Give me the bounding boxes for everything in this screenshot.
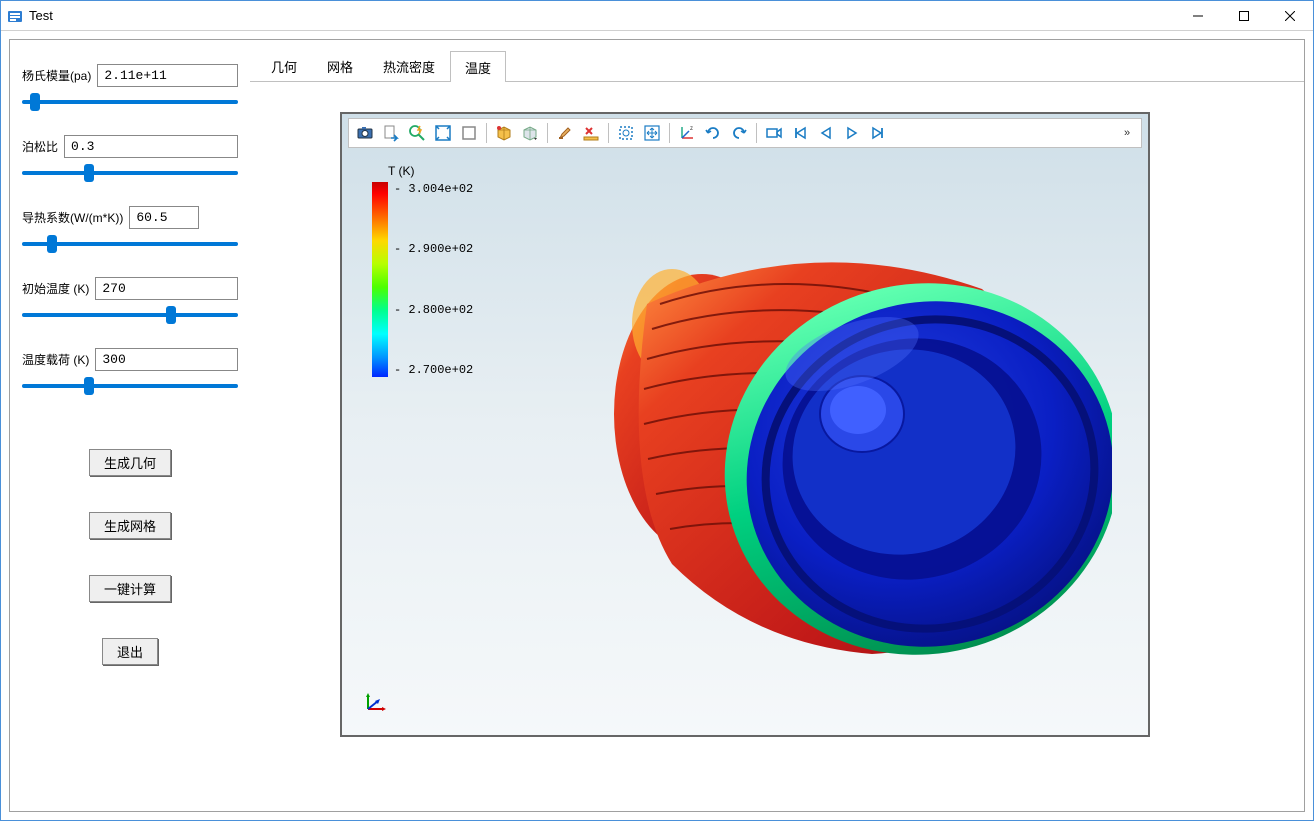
tab-bar: 几何 网格 热流密度 温度 (250, 50, 1304, 82)
color-legend: T (K) 3.004e+02 2.900e+02 2.800e+02 2.70… (372, 164, 473, 377)
cube-color-icon[interactable] (492, 121, 516, 145)
titlebar: Test (1, 1, 1313, 31)
generate-geometry-button[interactable]: 生成几何 (89, 449, 171, 476)
window-controls (1175, 1, 1313, 31)
generate-mesh-button[interactable]: 生成网格 (89, 512, 171, 539)
close-button[interactable] (1267, 1, 1313, 31)
rotate-cw-icon[interactable] (701, 121, 725, 145)
view-area: z » T (K) (250, 82, 1304, 811)
axis-triad-icon (360, 689, 388, 717)
rotate-ccw-icon[interactable] (727, 121, 751, 145)
play-icon[interactable] (840, 121, 864, 145)
toolbar-more-icon[interactable]: » (1117, 121, 1137, 145)
axes-icon[interactable]: z (675, 121, 699, 145)
thermal-cond-input[interactable] (129, 206, 199, 229)
content-frame: 杨氏模量(pa) 泊松比 导热系数(W/(m*K)) (9, 39, 1305, 812)
tab-mesh[interactable]: 网格 (312, 50, 368, 81)
fit-box-icon[interactable] (431, 121, 455, 145)
sidebar-panel: 杨氏模量(pa) 泊松比 导热系数(W/(m*K)) (10, 40, 250, 811)
exit-button[interactable]: 退出 (102, 638, 158, 665)
render-canvas[interactable]: z » T (K) (340, 112, 1150, 737)
canvas-toolbar: z » (348, 118, 1142, 148)
param-poisson-ratio: 泊松比 (22, 135, 238, 178)
youngs-modulus-slider[interactable] (22, 100, 238, 104)
app-icon (7, 8, 23, 24)
param-label: 温度载荷 (K) (22, 351, 89, 368)
export-icon[interactable] (379, 121, 403, 145)
initial-temp-slider[interactable] (22, 313, 238, 317)
video-icon[interactable] (762, 121, 786, 145)
one-click-calc-button[interactable]: 一键计算 (89, 575, 171, 602)
param-label: 杨氏模量(pa) (22, 67, 91, 84)
legend-tick: 3.004e+02 (394, 182, 473, 196)
x-ruler-icon[interactable] (579, 121, 603, 145)
thermal-cond-slider[interactable] (22, 242, 238, 246)
tab-heat-flux[interactable]: 热流密度 (368, 50, 450, 81)
legend-tick: 2.900e+02 (394, 242, 473, 256)
camera-icon[interactable] (353, 121, 377, 145)
temp-load-slider[interactable] (22, 384, 238, 388)
lightning-zoom-icon[interactable] (405, 121, 429, 145)
brush-icon[interactable] (553, 121, 577, 145)
legend-tick: 2.800e+02 (394, 303, 473, 317)
svg-text:z: z (690, 126, 693, 132)
temp-load-input[interactable] (95, 348, 238, 371)
legend-tick: 2.700e+02 (394, 363, 473, 377)
select-area-icon[interactable] (614, 121, 638, 145)
poisson-ratio-input[interactable] (64, 135, 238, 158)
legend-bar (372, 182, 388, 377)
model-render (552, 234, 1112, 674)
tab-geometry[interactable]: 几何 (256, 50, 312, 81)
app-window: Test 杨氏模量(pa) (0, 0, 1314, 821)
param-initial-temp: 初始温度 (K) (22, 277, 238, 320)
maximize-button[interactable] (1221, 1, 1267, 31)
step-back-icon[interactable] (814, 121, 838, 145)
minimize-button[interactable] (1175, 1, 1221, 31)
param-label: 导热系数(W/(m*K)) (22, 209, 123, 226)
param-youngs-modulus: 杨氏模量(pa) (22, 64, 238, 107)
skip-back-icon[interactable] (788, 121, 812, 145)
cube-menu-icon[interactable] (518, 121, 542, 145)
poisson-ratio-slider[interactable] (22, 171, 238, 175)
main-panel: 几何 网格 热流密度 温度 (250, 40, 1304, 811)
param-label: 泊松比 (22, 138, 58, 155)
action-buttons: 生成几何 生成网格 一键计算 退出 (22, 449, 238, 665)
initial-temp-input[interactable] (95, 277, 238, 300)
legend-title: T (K) (388, 164, 473, 178)
pan-icon[interactable] (640, 121, 664, 145)
tab-temperature[interactable]: 温度 (450, 51, 506, 82)
window-title: Test (29, 8, 53, 23)
step-forward-icon[interactable] (866, 121, 890, 145)
youngs-modulus-input[interactable] (97, 64, 238, 87)
param-label: 初始温度 (K) (22, 280, 89, 297)
param-temp-load: 温度载荷 (K) (22, 348, 238, 391)
param-thermal-cond: 导热系数(W/(m*K)) (22, 206, 238, 249)
box-icon[interactable] (457, 121, 481, 145)
legend-ticks: 3.004e+02 2.900e+02 2.800e+02 2.700e+02 (394, 182, 473, 377)
